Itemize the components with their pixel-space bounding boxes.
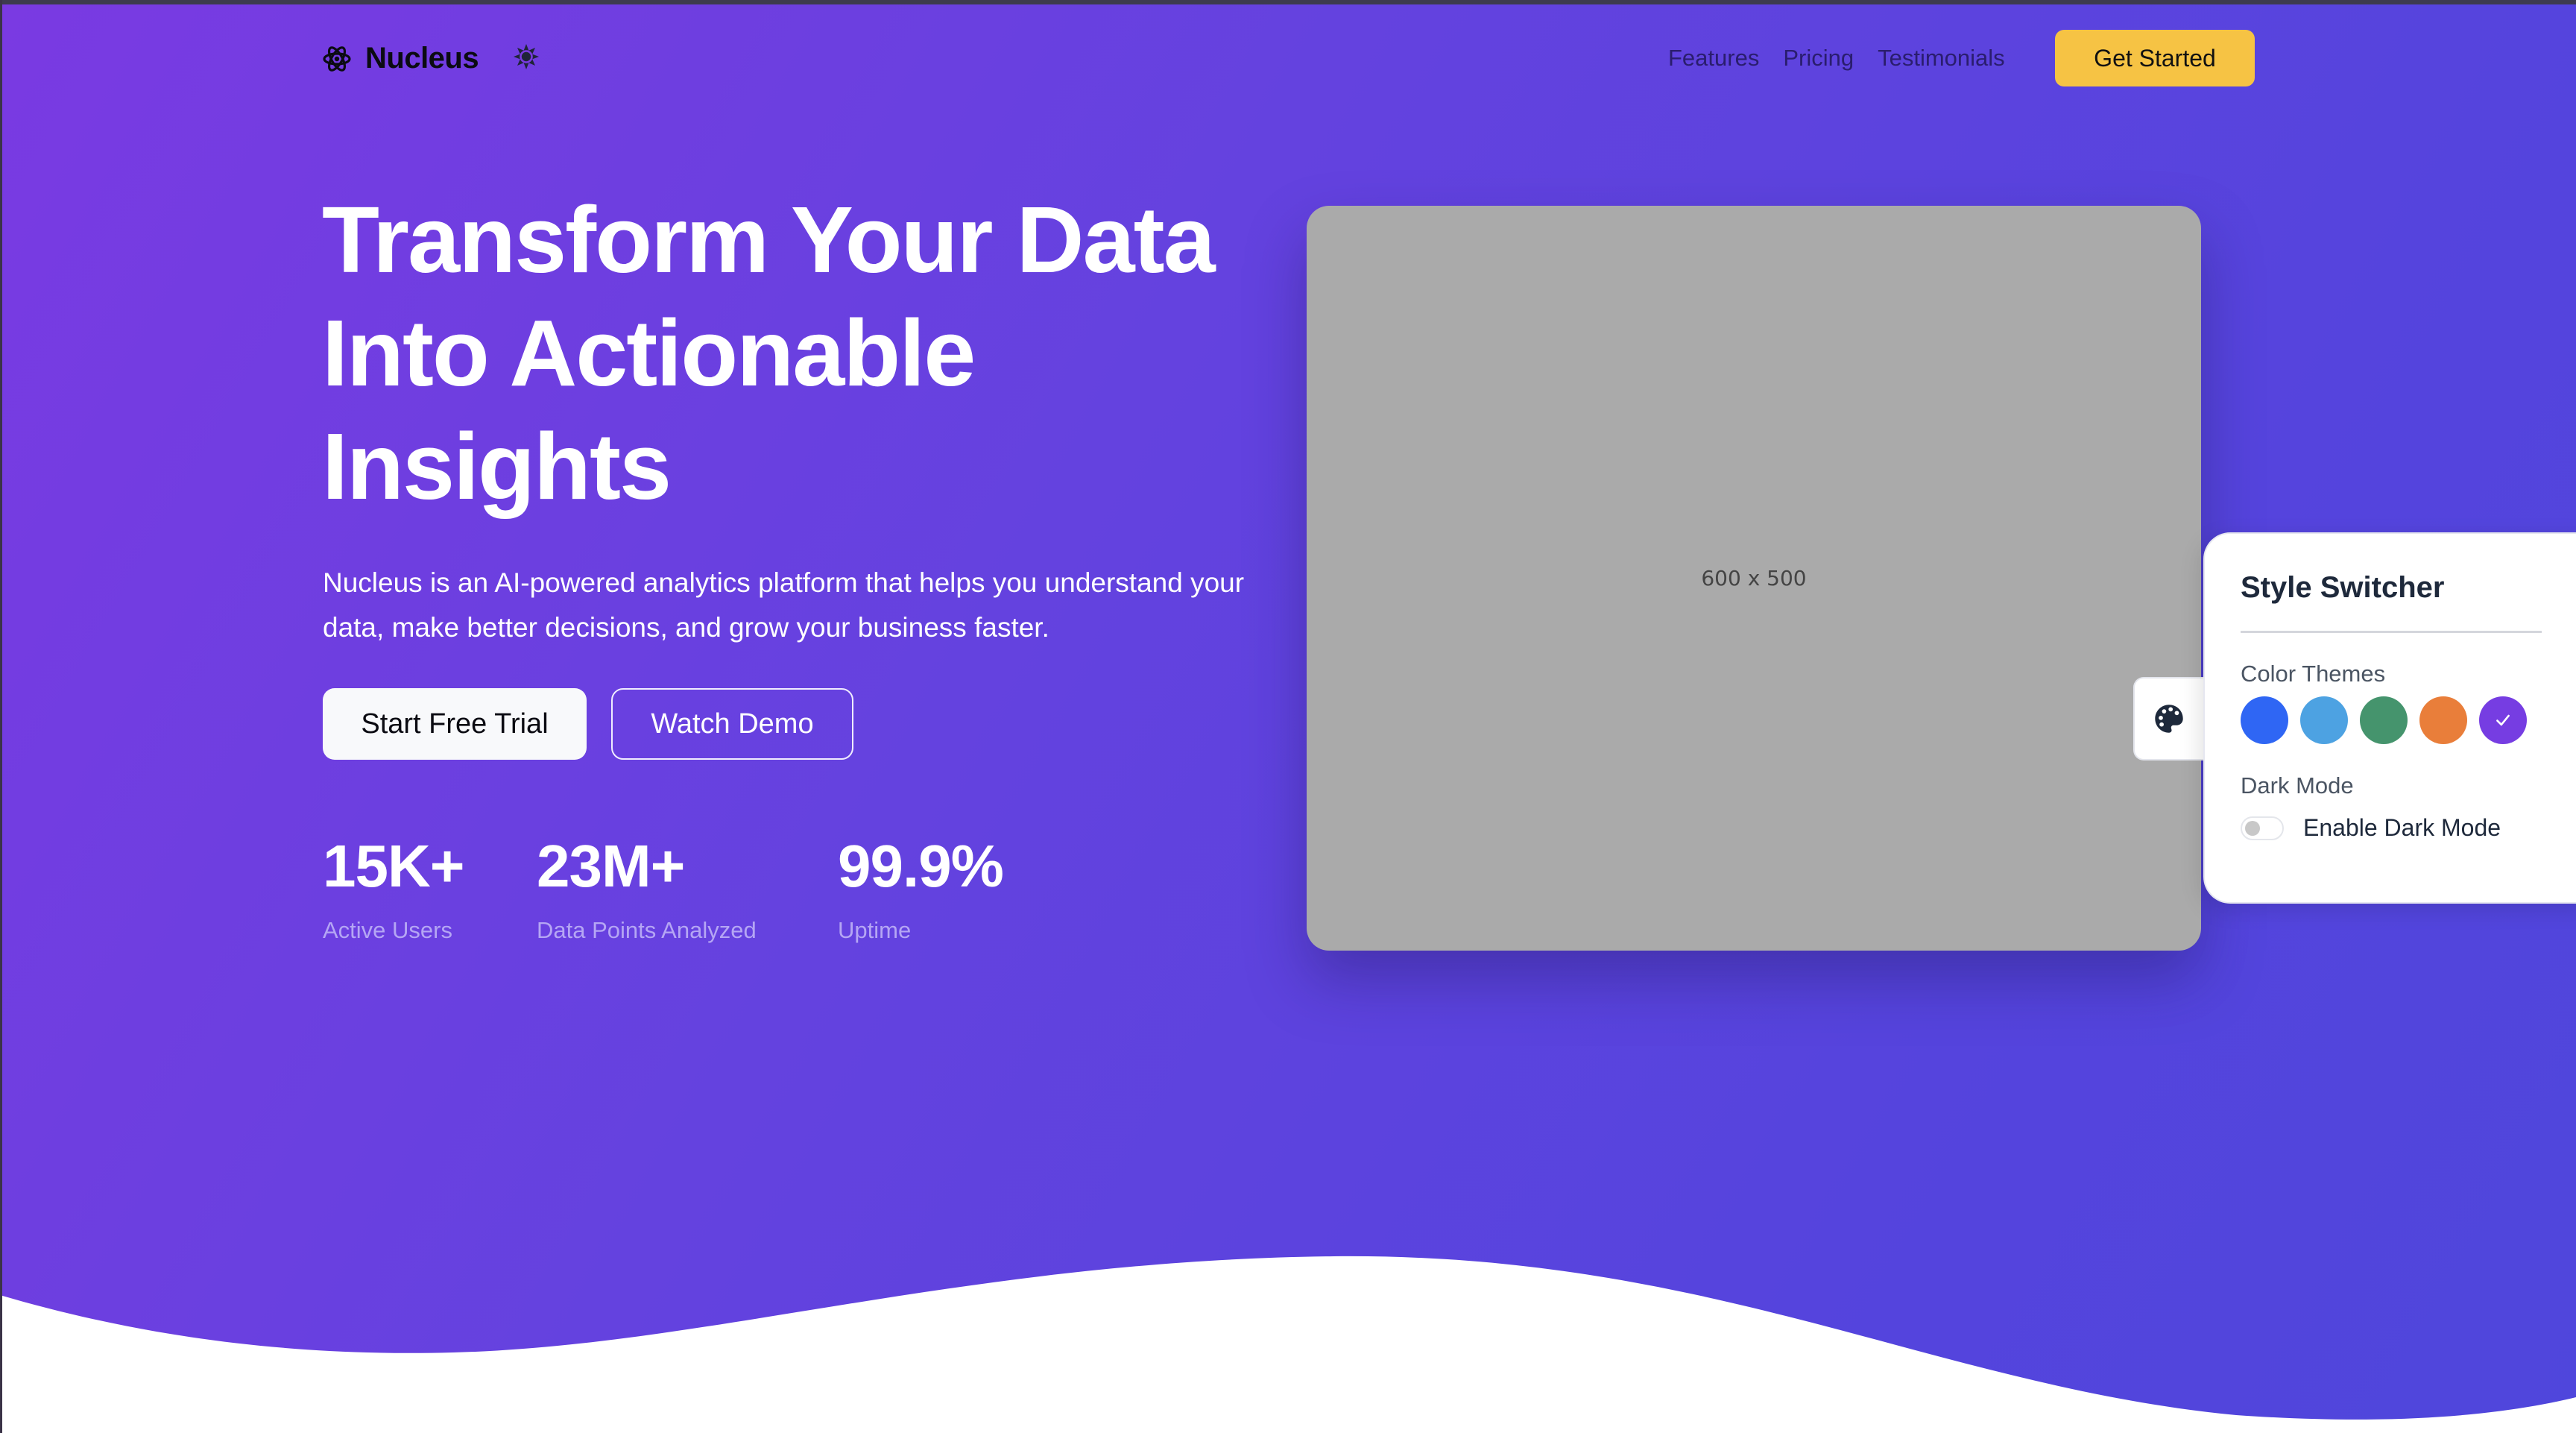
dark-mode-row: Enable Dark Mode — [2241, 814, 2501, 842]
stat-value: 99.9% — [838, 833, 1004, 899]
window-left-border — [0, 0, 2, 1433]
hero-image-placeholder: 600 x 500 — [1307, 206, 2201, 951]
theme-swatch-light-blue[interactable] — [2300, 696, 2348, 744]
palette-icon — [2155, 705, 2183, 733]
theme-swatch-green[interactable] — [2360, 696, 2408, 744]
panel-title: Style Switcher — [2241, 571, 2445, 604]
theme-swatch-orange[interactable] — [2419, 696, 2467, 744]
headline-line: Transform Your Data — [322, 187, 1216, 292]
stat-label: Uptime — [838, 917, 912, 943]
theme-toggle-button[interactable] — [513, 43, 540, 70]
dark-mode-toggle-label[interactable]: Enable Dark Mode — [2303, 814, 2501, 842]
stat-data-points: 23M+ Data Points Analyzed — [537, 829, 757, 944]
dark-mode-toggle[interactable] — [2241, 816, 2284, 840]
headline-line: Into Actionable — [322, 300, 976, 406]
brand-name: Nucleus — [365, 42, 479, 75]
style-switcher-panel: Style Switcher Color Themes Dark Mode En… — [2203, 532, 2576, 904]
start-free-trial-button[interactable]: Start Free Trial — [323, 688, 587, 760]
stat-label: Data Points Analyzed — [537, 917, 757, 943]
dark-mode-label: Dark Mode — [2241, 772, 2354, 799]
style-switcher-toggle[interactable] — [2133, 677, 2203, 760]
stat-active-users: 15K+ Active Users — [323, 829, 464, 944]
placeholder-dimensions: 600 x 500 — [1701, 566, 1807, 590]
brand-logo[interactable]: Nucleus — [322, 42, 479, 75]
color-themes-label: Color Themes — [2241, 661, 2386, 687]
nav-link-pricing[interactable]: Pricing — [1783, 40, 1854, 76]
stat-label: Active Users — [323, 917, 452, 943]
toggle-knob — [2245, 820, 2260, 836]
color-theme-swatches — [2241, 696, 2527, 744]
stat-value: 23M+ — [537, 833, 685, 899]
watch-demo-button[interactable]: Watch Demo — [611, 688, 853, 760]
hero-headline: Transform Your Data Into Actionable Insi… — [322, 183, 1291, 523]
nav-link-testimonials[interactable]: Testimonials — [1878, 40, 2005, 76]
headline-line: Insights — [322, 414, 672, 519]
check-icon — [2496, 714, 2510, 726]
panel-divider — [2241, 631, 2542, 633]
window-top-border — [0, 0, 2576, 4]
navbar: Nucleus Features Pricing Testimonials Ge… — [0, 0, 2576, 112]
hero-description: Nucleus is an AI-powered analytics platf… — [323, 567, 1245, 643]
stat-uptime: 99.9% Uptime — [838, 829, 1004, 944]
nav-links: Features Pricing Testimonials — [1668, 40, 2029, 76]
nav-link-features[interactable]: Features — [1668, 40, 1759, 76]
atom-icon — [323, 45, 351, 72]
sun-icon — [514, 44, 539, 69]
stat-value: 15K+ — [323, 833, 464, 899]
theme-swatch-blue[interactable] — [2241, 696, 2288, 744]
get-started-button[interactable]: Get Started — [2055, 30, 2255, 86]
theme-swatch-purple[interactable] — [2479, 696, 2527, 744]
